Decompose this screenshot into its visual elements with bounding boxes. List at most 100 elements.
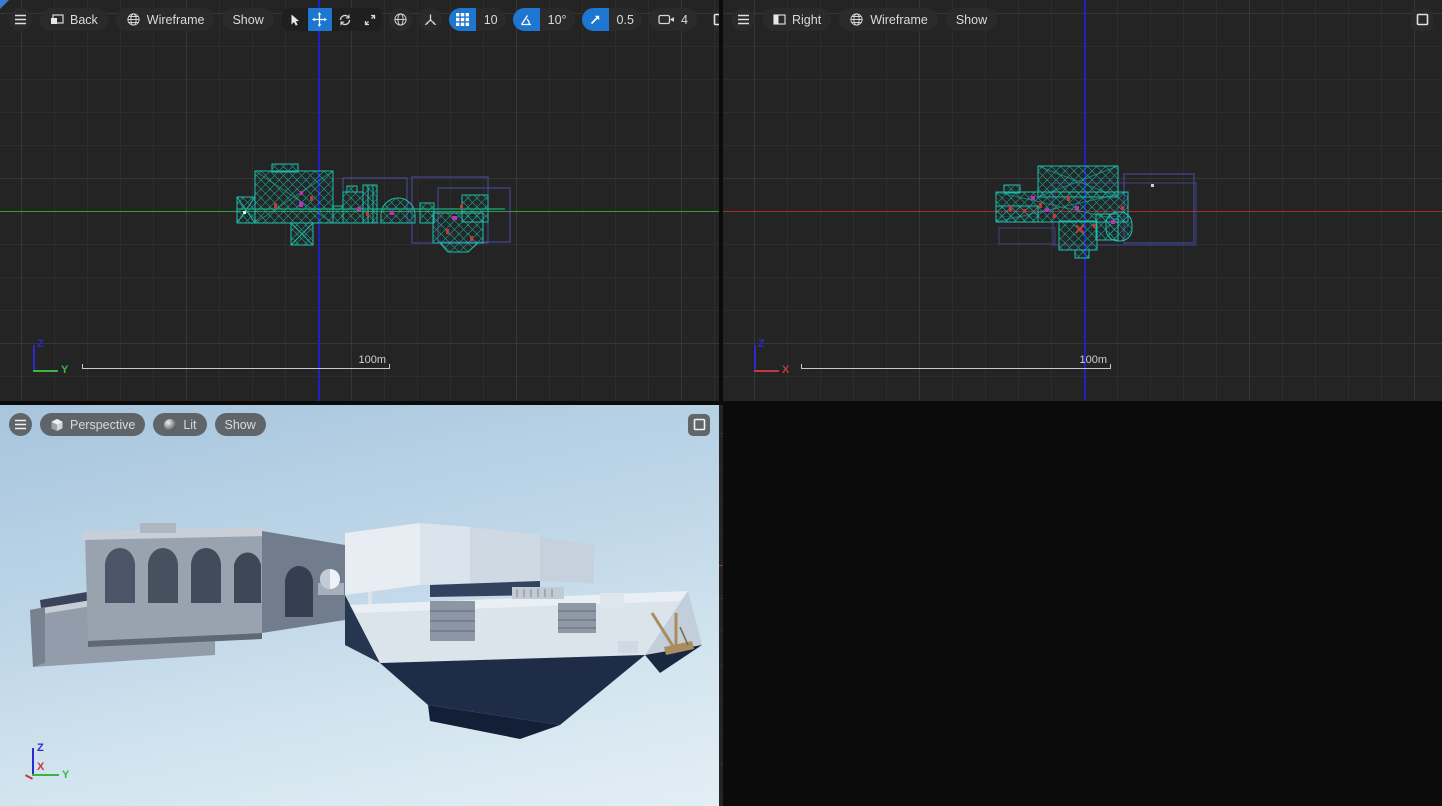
z-axis-label: Z — [37, 338, 44, 350]
back-viewport-toolbar: Back Wireframe Show — [9, 8, 710, 31]
y-axis-label: Y — [62, 769, 69, 781]
move-icon — [312, 12, 327, 27]
right-view-icon — [773, 14, 786, 25]
quad-viewport-layout: Back Wireframe Show — [0, 0, 1442, 806]
select-arrow-icon — [287, 13, 301, 27]
perspective-viewport[interactable]: Perspective Lit Show Z X Y — [0, 405, 719, 806]
maximize-viewport-button[interactable] — [688, 414, 710, 436]
grid-snap-value-button[interactable]: 10 — [476, 8, 506, 31]
top-wireframe-drawing — [719, 405, 723, 806]
rotation-snap-toggle-button[interactable] — [513, 8, 540, 31]
show-label: Show — [225, 418, 256, 432]
lit-sphere-icon — [163, 418, 177, 432]
right-viewport[interactable]: Right Wireframe Show Z X 100m — [723, 0, 1442, 401]
wireframe-icon — [849, 12, 864, 27]
right-scale-bar: 100m — [801, 350, 1111, 369]
perspective-viewport-toolbar: Perspective Lit Show — [9, 413, 710, 436]
y-axis-label: Y — [61, 364, 68, 376]
view-type-button[interactable]: Perspective — [40, 413, 145, 436]
viewport-options-button[interactable] — [9, 8, 32, 31]
perspective-cube-icon — [50, 418, 64, 432]
surface-snap-icon — [423, 12, 438, 27]
rotate-icon — [338, 13, 352, 27]
view-type-label: Right — [792, 13, 821, 27]
view-mode-label: Lit — [183, 418, 196, 432]
back-scale-bar: 100m — [82, 350, 390, 369]
view-type-button[interactable]: Back — [40, 8, 108, 31]
show-menu-button[interactable]: Show — [215, 413, 266, 436]
maximize-icon — [693, 418, 706, 431]
maximize-icon — [713, 13, 719, 26]
y-axis-line — [33, 370, 58, 372]
right-wireframe-drawing — [723, 0, 1442, 401]
hamburger-icon — [737, 14, 750, 25]
rotation-snap-control: 10° — [513, 8, 575, 31]
camera-speed-value: 4 — [681, 13, 688, 27]
view-mode-button[interactable]: Lit — [153, 413, 206, 436]
x-axis-line — [754, 370, 779, 372]
scale-bar-label: 100m — [358, 354, 386, 366]
scale-snap-toggle-button[interactable] — [582, 8, 609, 31]
show-label: Show — [956, 13, 987, 27]
hamburger-icon — [14, 419, 27, 430]
rotation-snap-value-button[interactable]: 10° — [540, 8, 575, 31]
viewport-options-button[interactable] — [9, 413, 32, 436]
hamburger-icon — [14, 14, 27, 25]
view-type-button[interactable]: Right — [763, 8, 831, 31]
scale-snap-icon — [589, 13, 602, 26]
show-menu-button[interactable]: Show — [946, 8, 997, 31]
world-space-toggle-button[interactable] — [389, 8, 412, 31]
globe-icon — [393, 12, 408, 27]
scale-snap-value-button[interactable]: 0.5 — [609, 8, 642, 31]
scale-bar-line — [82, 368, 390, 369]
show-label: Show — [232, 13, 263, 27]
maximize-icon — [1416, 13, 1429, 26]
show-menu-button[interactable]: Show — [222, 8, 273, 31]
z-axis-line — [32, 748, 34, 776]
transform-and-snap-cluster: 10 10° 0.5 — [282, 8, 697, 31]
back-viewport[interactable]: Back Wireframe Show — [0, 0, 719, 401]
grid-snap-icon — [456, 13, 469, 26]
viewport-options-button[interactable] — [732, 8, 755, 31]
right-viewport-toolbar: Right Wireframe Show — [732, 8, 1433, 31]
grid-snap-toggle-button[interactable] — [449, 8, 476, 31]
back-view-icon — [50, 14, 64, 26]
z-axis-line — [754, 345, 756, 371]
scale-bar-line — [801, 368, 1111, 369]
camera-speed-button[interactable]: 4 — [649, 8, 697, 31]
camera-icon — [658, 13, 675, 26]
z-axis-label: Z — [37, 742, 44, 754]
view-mode-label: Wireframe — [870, 13, 928, 27]
rotation-snap-icon — [519, 13, 533, 27]
x-axis-label: X — [782, 364, 789, 376]
back-wireframe-drawing — [0, 0, 719, 401]
view-type-label: Perspective — [70, 418, 135, 432]
z-axis-label: Z — [758, 338, 765, 350]
surface-snap-button[interactable] — [419, 8, 442, 31]
maximize-viewport-button[interactable] — [713, 9, 719, 31]
top-viewport[interactable]: Top Wireframe Show X Y 100m — [719, 405, 723, 806]
scale-snap-control: 0.5 — [582, 8, 642, 31]
view-mode-label: Wireframe — [147, 13, 205, 27]
move-tool-button[interactable] — [307, 8, 332, 31]
transform-tool-group — [282, 8, 382, 31]
active-viewport-indicator — [0, 0, 9, 9]
x-axis-label: X — [37, 761, 44, 773]
rotate-tool-button[interactable] — [332, 8, 357, 31]
view-type-label: Back — [70, 13, 98, 27]
maximize-viewport-button[interactable] — [1411, 9, 1433, 31]
view-mode-button[interactable]: Wireframe — [116, 8, 215, 31]
grid-snap-control: 10 — [449, 8, 506, 31]
wireframe-icon — [126, 12, 141, 27]
scale-bar-label: 100m — [1079, 354, 1107, 366]
select-tool-button[interactable] — [282, 8, 307, 31]
view-mode-button[interactable]: Wireframe — [839, 8, 938, 31]
grid-snap-value: 10 — [484, 13, 498, 27]
y-axis-line — [32, 774, 59, 776]
scale-icon — [363, 13, 377, 27]
scale-snap-value: 0.5 — [617, 13, 634, 27]
perspective-scene-drawing — [0, 405, 719, 806]
rotation-snap-value: 10° — [548, 13, 567, 27]
scale-tool-button[interactable] — [357, 8, 382, 31]
z-axis-line — [33, 345, 35, 371]
